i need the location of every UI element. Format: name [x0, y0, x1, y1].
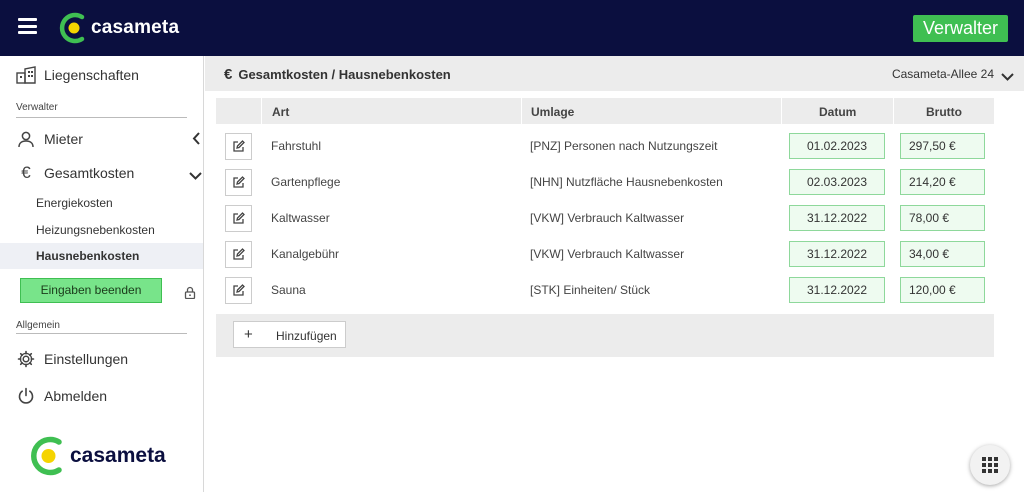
page-header: € Gesamtkosten / Hausnebenkosten Casamet…	[205, 56, 1024, 91]
gear-icon	[16, 349, 36, 369]
edit-button[interactable]	[225, 133, 252, 160]
buildings-icon	[16, 65, 36, 85]
cell-art: Kaltwasser	[271, 211, 330, 225]
amount-field[interactable]: 297,50 €	[900, 133, 985, 159]
sidebar-subitem-energiekosten[interactable]: Energiekosten	[36, 196, 113, 210]
sidebar-item-label: Mieter	[44, 131, 83, 147]
logo-mark-icon	[31, 436, 62, 476]
apps-grid-button[interactable]	[970, 445, 1010, 485]
cell-umlage: [VKW] Verbrauch Kaltwasser	[530, 247, 685, 261]
sidebar-item-gesamtkosten[interactable]: € Gesamtkosten	[16, 163, 202, 183]
column-header-umlage: Umlage	[531, 105, 575, 119]
costs-table-panel: Art Umlage Datum Brutto Fahrstuhl [PNZ] …	[216, 98, 994, 357]
cell-art: Sauna	[271, 283, 306, 297]
cell-art: Kanalgebühr	[271, 247, 340, 261]
chevron-down-icon[interactable]	[1001, 68, 1014, 86]
top-bar: casameta Verwalter	[0, 0, 1024, 56]
column-separator	[781, 98, 782, 124]
brand-logo-bottom: casameta	[27, 434, 166, 478]
date-field[interactable]: 31.12.2022	[789, 205, 885, 231]
cell-umlage: [VKW] Verbrauch Kaltwasser	[530, 211, 685, 225]
brand-wordmark: casameta	[70, 444, 166, 467]
edit-icon	[233, 212, 245, 224]
date-field[interactable]: 02.03.2023	[789, 169, 885, 195]
sidebar-item-einstellungen[interactable]: Einstellungen	[16, 349, 128, 369]
euro-icon: €	[21, 163, 31, 182]
amount-field[interactable]: 214,20 €	[900, 169, 985, 195]
sidebar-item-mieter[interactable]: Mieter	[16, 129, 200, 149]
cell-umlage: [STK] Einheiten/ Stück	[530, 283, 651, 297]
page-title-text: Gesamtkosten / Hausnebenkosten	[238, 67, 451, 82]
cell-umlage: [PNZ] Personen nach Nutzungszeit	[530, 139, 718, 153]
table-row: Sauna [STK] Einheiten/ Stück 31.12.2022 …	[216, 272, 994, 308]
sidebar-item-label: Einstellungen	[44, 351, 129, 367]
edit-icon	[233, 284, 245, 296]
brand-wordmark: casameta	[91, 17, 180, 38]
sidebar-item-abmelden[interactable]: Abmelden	[16, 386, 107, 406]
chevron-left-icon	[192, 132, 200, 148]
brand-logo[interactable]: casameta	[57, 11, 179, 45]
role-badge[interactable]: Verwalter	[912, 15, 1008, 42]
edit-button[interactable]	[225, 205, 252, 232]
euro-icon: €	[224, 66, 233, 83]
column-separator	[521, 98, 522, 124]
table-header: Art Umlage Datum Brutto	[216, 98, 994, 124]
sidebar-item-label: Liegenschaften	[44, 67, 139, 83]
table-row: Kanalgebühr [VKW] Verbrauch Kaltwasser 3…	[216, 236, 994, 272]
amount-field[interactable]: 120,00 €	[900, 277, 985, 303]
chevron-down-icon	[189, 167, 202, 183]
date-field[interactable]: 31.12.2022	[789, 277, 885, 303]
sidebar-subitem-hausnebenkosten[interactable]: Hausnebenkosten	[0, 243, 203, 269]
edit-icon	[233, 176, 245, 188]
page-title: € Gesamtkosten / Hausnebenkosten	[224, 66, 451, 83]
sidebar-item-label: Gesamtkosten	[44, 165, 135, 181]
power-icon	[16, 386, 36, 406]
sidebar: Liegenschaften Verwalter Mieter € Gesamt…	[0, 56, 204, 492]
plus-icon: +	[244, 326, 253, 343]
column-separator	[893, 98, 894, 124]
edit-button[interactable]	[225, 277, 252, 304]
column-header-art: Art	[272, 105, 290, 119]
sidebar-item-label: Abmelden	[44, 388, 108, 404]
sidebar-subitem-heizungsnebenkosten[interactable]: Heizungsnebenkosten	[36, 223, 155, 237]
amount-field[interactable]: 78,00 €	[900, 205, 985, 231]
grid-icon	[982, 457, 998, 473]
edit-button[interactable]	[225, 169, 252, 196]
user-icon	[16, 129, 36, 149]
amount-field[interactable]: 34,00 €	[900, 241, 985, 267]
column-header-brutto: Brutto	[926, 105, 962, 119]
date-field[interactable]: 01.02.2023	[789, 133, 885, 159]
table-body: Fahrstuhl [PNZ] Personen nach Nutzungsze…	[216, 124, 994, 314]
section-label-verwalter: Verwalter	[16, 102, 58, 113]
edit-icon	[233, 248, 245, 260]
sidebar-item-liegenschaften[interactable]: Liegenschaften	[16, 65, 139, 85]
lock-icon[interactable]	[184, 286, 196, 304]
property-selector[interactable]: Casameta-Allee 24	[892, 67, 994, 81]
logo-mark-icon	[59, 12, 85, 44]
date-field[interactable]: 31.12.2022	[789, 241, 885, 267]
edit-icon	[233, 140, 245, 152]
cell-art: Gartenpflege	[271, 175, 341, 189]
section-label-allgemein: Allgemein	[16, 320, 60, 331]
hamburger-menu-icon[interactable]	[18, 18, 37, 34]
add-button-label: Hinzufügen	[276, 329, 337, 343]
column-separator	[261, 98, 262, 124]
finish-input-button[interactable]: Eingaben beenden	[20, 278, 162, 303]
cell-umlage: [NHN] Nutzfläche Hausnebenkosten	[530, 175, 723, 189]
divider	[16, 333, 187, 334]
cell-art: Fahrstuhl	[271, 139, 322, 153]
table-row: Gartenpflege [NHN] Nutzfläche Hausnebenk…	[216, 164, 994, 200]
add-button[interactable]: + Hinzufügen	[233, 321, 346, 348]
table-row: Fahrstuhl [PNZ] Personen nach Nutzungsze…	[216, 128, 994, 164]
table-row: Kaltwasser [VKW] Verbrauch Kaltwasser 31…	[216, 200, 994, 236]
edit-button[interactable]	[225, 241, 252, 268]
column-header-datum: Datum	[819, 105, 857, 119]
divider	[16, 117, 187, 118]
